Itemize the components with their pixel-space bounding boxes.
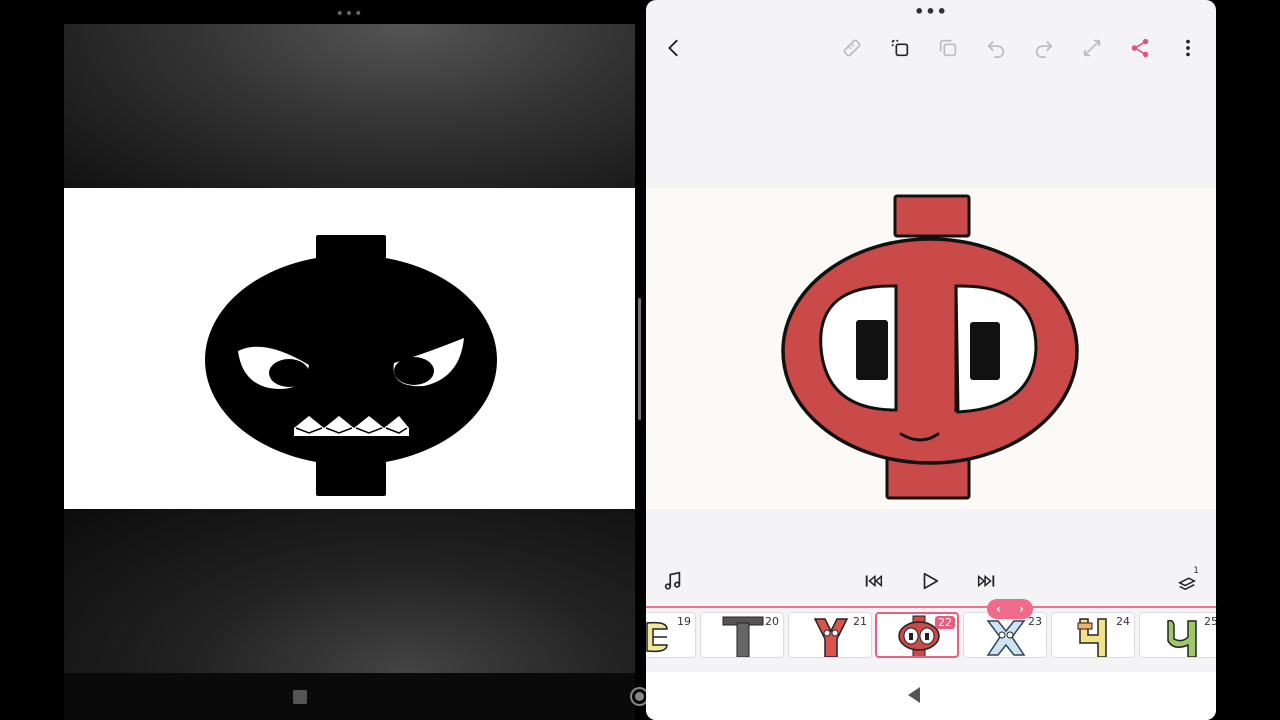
- skip-back-icon[interactable]: [861, 568, 887, 594]
- top-toolbar: [646, 30, 1216, 66]
- timeline-frame-24[interactable]: 24: [1051, 612, 1135, 658]
- play-icon[interactable]: [917, 568, 943, 594]
- screen: ••• ••• 1 19 20 21 22 23 24 2 ‹ ›: [0, 0, 1280, 720]
- timeline-frame-20[interactable]: 20: [700, 612, 784, 658]
- music-icon[interactable]: [660, 568, 686, 594]
- animation-app: ••• 1 19 20 21 22 23 24 2 ‹ ›: [646, 0, 1216, 720]
- split-divider-handle[interactable]: [638, 298, 641, 420]
- timeline-frame-22-active[interactable]: 22: [875, 612, 959, 658]
- app-nav-bar: [646, 672, 1216, 720]
- angry-character-silhouette: [205, 235, 497, 496]
- more-vertical-icon[interactable]: [1176, 36, 1200, 60]
- back-icon[interactable]: [662, 36, 686, 60]
- share-icon[interactable]: [1128, 36, 1152, 60]
- home-square-icon[interactable]: [293, 690, 307, 704]
- timeline-frame-25[interactable]: 25: [1139, 612, 1216, 658]
- video-background-bottom: [64, 509, 635, 673]
- red-character-drawing: [781, 194, 1079, 500]
- reference-frame: [64, 188, 635, 509]
- redo-icon[interactable]: [1032, 36, 1056, 60]
- chevron-right-icon[interactable]: ›: [1019, 602, 1024, 616]
- pane-handle-icon[interactable]: •••: [336, 6, 364, 22]
- ruler-icon[interactable]: [840, 36, 864, 60]
- resize-icon[interactable]: [1080, 36, 1104, 60]
- chevron-left-icon[interactable]: ‹: [996, 602, 1001, 616]
- drawing-canvas[interactable]: [646, 188, 1216, 509]
- undo-icon[interactable]: [984, 36, 1008, 60]
- timeline-frame-21[interactable]: 21: [788, 612, 872, 658]
- layer-count: 1: [1193, 566, 1199, 576]
- skip-forward-icon[interactable]: [973, 568, 999, 594]
- left-nav-bar: [64, 673, 635, 720]
- nav-back-icon[interactable]: [908, 687, 920, 703]
- pane-handle-icon[interactable]: •••: [914, 2, 948, 21]
- video-background-top: [64, 24, 635, 188]
- timeline-frame-19[interactable]: 19: [646, 612, 696, 658]
- reference-video-pane: •••: [64, 0, 635, 720]
- frame-timeline[interactable]: 19 20 21 22 23 24 2: [646, 606, 1216, 658]
- timeline-scrubber[interactable]: ‹ ›: [987, 599, 1033, 619]
- copy-frame-icon[interactable]: [888, 36, 912, 60]
- duplicate-icon[interactable]: [936, 36, 960, 60]
- playback-controls: 1: [646, 566, 1216, 596]
- layers-icon[interactable]: 1: [1174, 566, 1200, 594]
